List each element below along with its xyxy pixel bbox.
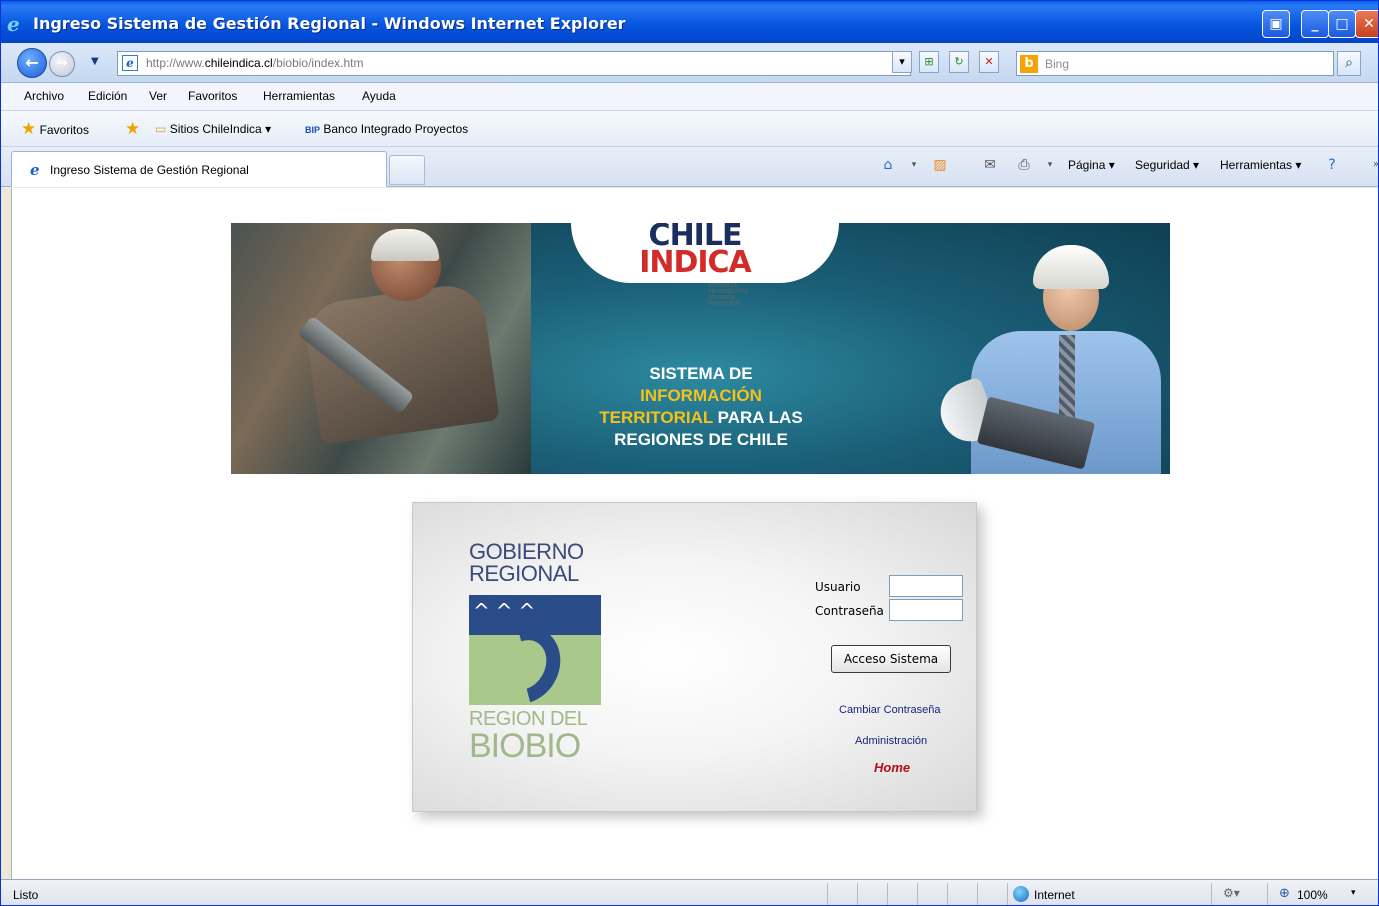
- tab-bar: e Ingreso Sistema de Gestión Regional ⌂ …: [1, 147, 1378, 187]
- bip-icon: BIP: [305, 125, 321, 135]
- new-tab-button[interactable]: [389, 155, 425, 185]
- menu-herramientas-cmd[interactable]: Herramientas ▾: [1220, 158, 1301, 172]
- folder-icon: ▭: [155, 122, 167, 136]
- zoom-level[interactable]: 100%: [1297, 888, 1328, 902]
- print-icon[interactable]: ⎙: [1015, 156, 1033, 174]
- address-input[interactable]: e http://www.chileindica.cl/biobio/index…: [117, 51, 911, 76]
- minimize-button[interactable]: _: [1301, 10, 1329, 38]
- search-placeholder: Bing: [1045, 57, 1070, 71]
- login-panel: GOBIERNO REGIONAL ^^^ REGION DEL BIOBIO …: [412, 502, 977, 812]
- menu-herramientas[interactable]: Herramientas: [263, 89, 335, 103]
- page-content: CHILE INDICA Sistema de información e in…: [11, 188, 1378, 879]
- address-toolbar: ← → ▼ e http://www.chileindica.cl/biobio…: [1, 43, 1378, 83]
- mail-icon[interactable]: ✉: [981, 156, 999, 174]
- status-divider: [977, 883, 978, 905]
- fav-sitios-chileindica[interactable]: ▭ Sitios ChileIndica ▾: [155, 122, 271, 136]
- status-divider: [887, 883, 888, 905]
- stop-icon[interactable]: ✕: [979, 51, 999, 73]
- feeds-icon[interactable]: ▨: [931, 156, 949, 174]
- forward-button[interactable]: →: [49, 51, 75, 77]
- contrasena-input[interactable]: [889, 599, 963, 621]
- acceso-sistema-button[interactable]: Acceso Sistema: [831, 645, 951, 673]
- usuario-label: Usuario: [815, 580, 861, 594]
- status-divider: [857, 883, 858, 905]
- address-dropdown-icon[interactable]: ▾: [892, 51, 912, 73]
- favorites-bar: ★ Favoritos ★ ▭ Sitios ChileIndica ▾ BIP…: [1, 111, 1378, 147]
- banner-tagline: SISTEMA DE INFORMACIÓN TERRITORIAL PARA …: [599, 364, 803, 449]
- history-dropdown-icon[interactable]: ▼: [91, 56, 99, 67]
- page-icon: e: [122, 55, 138, 71]
- search-icon[interactable]: ⌕: [1337, 51, 1361, 76]
- maximize-button[interactable]: □: [1328, 10, 1356, 38]
- status-divider: [1211, 883, 1212, 905]
- status-divider: [917, 883, 918, 905]
- header-banner: CHILE INDICA Sistema de información e in…: [231, 223, 1170, 474]
- ie-logo-icon: e: [7, 12, 20, 36]
- cambiar-contrasena-link[interactable]: Cambiar Contraseña: [839, 704, 941, 716]
- engineer-photo: [921, 223, 1170, 474]
- close-button[interactable]: ✕: [1355, 10, 1378, 38]
- menu-archivo[interactable]: Archivo: [24, 89, 64, 103]
- protected-mode-icon[interactable]: ⚙▾: [1223, 886, 1240, 900]
- status-divider: [1007, 883, 1008, 905]
- gobierno-regional-logo: GOBIERNO REGIONAL ^^^ REGION DEL BIOBIO: [469, 541, 609, 763]
- restore-tabs-icon[interactable]: ▣: [1262, 10, 1290, 38]
- print-dropdown-icon[interactable]: ▾: [1041, 156, 1059, 174]
- chileindica-logo: CHILE INDICA Sistema de información e in…: [639, 223, 752, 307]
- home-dropdown-icon[interactable]: ▾: [905, 156, 923, 174]
- internet-zone-icon: [1013, 886, 1029, 902]
- compatibility-view-icon[interactable]: ⊞: [919, 51, 939, 73]
- help-icon[interactable]: ?: [1323, 156, 1341, 174]
- refresh-icon[interactable]: ↻: [949, 51, 969, 73]
- zoom-icon[interactable]: ⊕: [1279, 886, 1290, 901]
- menu-ver[interactable]: Ver: [149, 89, 167, 103]
- administracion-link[interactable]: Administración: [855, 735, 927, 747]
- usuario-input[interactable]: [889, 575, 963, 597]
- tab-active[interactable]: e Ingreso Sistema de Gestión Regional: [11, 151, 387, 187]
- title-bar: e Ingreso Sistema de Gestión Regional - …: [1, 1, 1378, 49]
- menu-bar: Archivo Edición Ver Favoritos Herramient…: [1, 83, 1378, 111]
- search-input[interactable]: b Bing: [1016, 51, 1334, 76]
- bing-icon: b: [1020, 55, 1038, 73]
- ie-page-icon: e: [30, 161, 40, 179]
- menu-ayuda[interactable]: Ayuda: [362, 89, 396, 103]
- address-url: http://www.chileindica.cl/biobio/index.h…: [146, 56, 364, 70]
- add-favorite-icon[interactable]: ★: [125, 119, 140, 139]
- tab-label: Ingreso Sistema de Gestión Regional: [50, 163, 249, 177]
- security-zone: Internet: [1034, 888, 1075, 902]
- status-divider: [947, 883, 948, 905]
- status-bar: Listo Internet ⚙▾ ⊕ 100% ▾: [1, 879, 1378, 905]
- menu-seguridad[interactable]: Seguridad ▾: [1135, 158, 1199, 172]
- menu-pagina[interactable]: Página ▾: [1068, 158, 1115, 172]
- window-title: Ingreso Sistema de Gestión Regional - Wi…: [33, 14, 626, 33]
- back-button[interactable]: ←: [17, 48, 47, 78]
- contrasena-label: Contraseña: [815, 604, 884, 618]
- browser-window: e Ingreso Sistema de Gestión Regional - …: [0, 0, 1379, 906]
- fav-banco-integrado[interactable]: BIP Banco Integrado Proyectos: [305, 122, 468, 136]
- menu-favoritos[interactable]: Favoritos: [188, 89, 237, 103]
- home-icon[interactable]: ⌂: [879, 156, 897, 174]
- star-icon: ★: [21, 119, 37, 138]
- menu-edicion[interactable]: Edición: [88, 89, 127, 103]
- home-link[interactable]: Home: [874, 760, 910, 775]
- worker-photo: [231, 223, 531, 474]
- status-divider: [1267, 883, 1268, 905]
- more-chevron-icon[interactable]: »: [1367, 156, 1378, 174]
- favorites-button[interactable]: ★ Favoritos: [21, 119, 89, 139]
- zoom-dropdown-icon[interactable]: ▾: [1351, 888, 1356, 898]
- status-divider: [827, 883, 828, 905]
- status-text: Listo: [13, 888, 39, 902]
